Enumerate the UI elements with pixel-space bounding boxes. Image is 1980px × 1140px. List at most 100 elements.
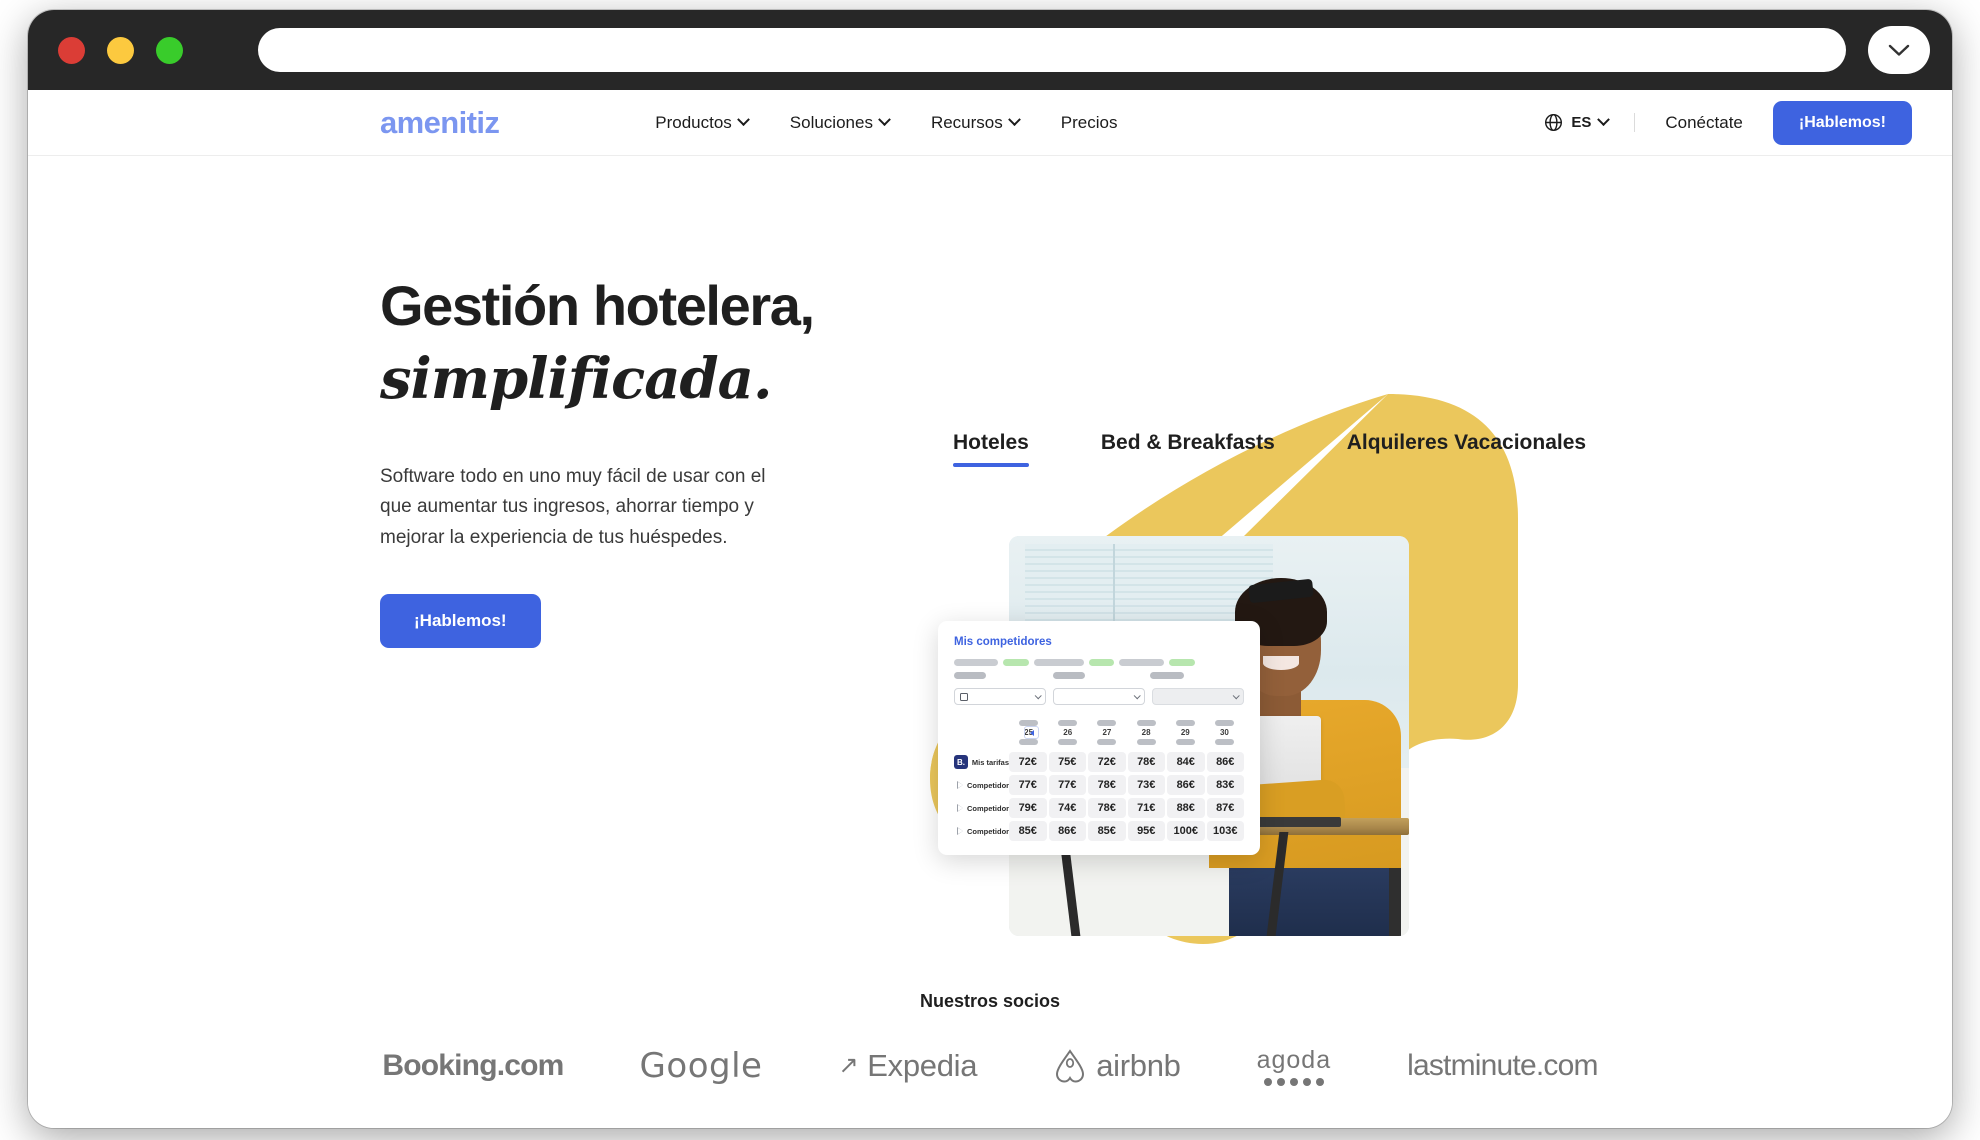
placeholder-bar xyxy=(1058,739,1078,745)
nav-item-soluciones[interactable]: Soluciones xyxy=(789,112,891,133)
chevron-down-icon xyxy=(1888,44,1910,56)
price-cell: 73€ xyxy=(1127,775,1165,795)
photo-person-jeans xyxy=(1229,856,1389,936)
price-cell: 78€ xyxy=(1127,752,1165,772)
date-label: 29 xyxy=(1180,728,1190,737)
amenitiz-logo[interactable]: amenitiz xyxy=(380,105,500,141)
partners-logo-row: Booking.com Google ↗ Expedia airbnb agod… xyxy=(28,1046,1952,1086)
widget-title: Mis competidores xyxy=(954,636,1052,648)
nav-label: Precios xyxy=(1060,112,1118,132)
expand-triangle-icon[interactable] xyxy=(957,781,963,789)
nav-item-productos[interactable]: Productos xyxy=(655,112,750,133)
placeholder-bar xyxy=(1175,739,1195,745)
price-cell: 77€ xyxy=(1009,775,1047,795)
tab-alquileres-vacacionales[interactable]: Alquileres Vacacionales xyxy=(1347,431,1586,467)
nav-label: Soluciones xyxy=(789,112,873,132)
placeholder-bar xyxy=(1019,739,1039,745)
partner-label: airbnb xyxy=(1096,1048,1181,1083)
date-label: 27 xyxy=(1102,728,1112,737)
chevron-down-icon xyxy=(736,113,750,127)
maximize-window-button[interactable] xyxy=(156,36,183,64)
calendar-icon xyxy=(960,692,968,701)
chevron-down-icon xyxy=(1232,692,1240,700)
placeholder-bar xyxy=(1058,720,1078,726)
date-label: 30 xyxy=(1219,728,1229,737)
price-cell: 100€ xyxy=(1167,821,1205,841)
placeholder-bar xyxy=(1175,720,1195,726)
address-bar-input[interactable] xyxy=(258,28,1846,72)
site-header: amenitiz Productos Soluciones Recursos P… xyxy=(28,90,1952,156)
chevron-left-icon xyxy=(1029,729,1034,736)
room-type-select[interactable] xyxy=(1053,688,1145,705)
nav-label: Productos xyxy=(655,112,732,132)
placeholder-bar xyxy=(1150,672,1184,679)
price-cell: 88€ xyxy=(1167,798,1205,818)
date-label: 28 xyxy=(1141,728,1151,737)
competitor-rates-widget: Mis competidores 25 26 27 28 29 30 B. Mi… xyxy=(938,621,1260,855)
hero-tabs: Hoteles Bed & Breakfasts Alquileres Vaca… xyxy=(953,431,1586,467)
partner-logo-airbnb: airbnb xyxy=(1053,1048,1181,1084)
hero-visual-block: Hoteles Bed & Breakfasts Alquileres Vaca… xyxy=(928,156,1628,944)
partner-label: lastminute.com xyxy=(1407,1049,1598,1082)
photo-person-smile xyxy=(1263,656,1299,670)
row-label: Competidor 2 xyxy=(954,804,1015,813)
price-cell: 86€ xyxy=(1167,775,1205,795)
placeholder-bar xyxy=(1097,739,1117,745)
nav-label: Recursos xyxy=(930,112,1003,132)
price-cell: 79€ xyxy=(1009,798,1047,818)
header-cta-button[interactable]: ¡Hablemos! xyxy=(1772,100,1912,145)
partner-logo-agoda: agoda xyxy=(1257,1046,1332,1086)
hero-cta-button[interactable]: ¡Hablemos! xyxy=(380,593,541,648)
price-cell: 95€ xyxy=(1127,821,1165,841)
widget-placeholder-row-1 xyxy=(954,659,1244,666)
date-label: 26 xyxy=(1063,728,1073,737)
nav-item-precios[interactable]: Precios xyxy=(1061,113,1118,133)
expand-triangle-icon[interactable] xyxy=(957,804,963,812)
row-name: Mis tarifas xyxy=(971,757,1009,767)
browser-window: amenitiz Productos Soluciones Recursos P… xyxy=(28,10,1952,1128)
placeholder-bar xyxy=(1214,720,1234,726)
tab-hoteles[interactable]: Hoteles xyxy=(953,431,1029,467)
close-window-button[interactable] xyxy=(58,36,85,64)
placeholder-bar xyxy=(1136,739,1156,745)
agoda-dots-icon xyxy=(1263,1078,1324,1086)
row-cells: 85€ 86€ 85€ 95€ 100€ 103€ xyxy=(1009,821,1244,841)
toolbar-chevron-down-button[interactable] xyxy=(1868,26,1930,74)
hero-text-block: Gestión hotelera, simplificada. Software… xyxy=(380,275,900,648)
date-header-row: 25 26 27 28 29 30 xyxy=(954,720,1244,745)
price-cell: 86€ xyxy=(1048,821,1086,841)
header-actions: ES Conéctate ¡Hablemos! xyxy=(1544,100,1912,145)
previous-dates-button[interactable] xyxy=(1024,726,1039,739)
minimize-window-button[interactable] xyxy=(107,36,134,64)
price-cell: 87€ xyxy=(1206,798,1244,818)
table-row: Competidor 3 85€ 86€ 85€ 95€ 100€ 103€ xyxy=(954,821,1244,841)
date-column: 29 xyxy=(1166,720,1205,745)
partner-logo-google: Google xyxy=(640,1046,763,1086)
airbnb-icon xyxy=(1056,1049,1085,1083)
hero-title-line2: simplificada. xyxy=(380,346,772,413)
channel-select[interactable] xyxy=(1152,688,1244,705)
page-body: Gestión hotelera, simplificada. Software… xyxy=(28,156,1952,1128)
chevron-down-icon xyxy=(1597,113,1611,127)
price-cell: 74€ xyxy=(1048,798,1086,818)
row-label: Competidor 3 xyxy=(954,827,1015,836)
expand-triangle-icon[interactable] xyxy=(957,827,963,835)
login-link[interactable]: Conéctate xyxy=(1635,113,1773,133)
chevron-down-icon xyxy=(1133,692,1141,700)
row-cells: 79€ 74€ 78€ 71€ 88€ 87€ xyxy=(1009,798,1244,818)
partner-logo-booking: Booking.com xyxy=(382,1049,564,1083)
placeholder-bar xyxy=(1053,672,1085,679)
nav-item-recursos[interactable]: Recursos xyxy=(930,112,1021,133)
price-cell: 77€ xyxy=(1048,775,1086,795)
price-cell: 71€ xyxy=(1127,798,1165,818)
placeholder-bar xyxy=(1097,720,1117,726)
table-row: B. Mis tarifas 72€ 75€ 72€ 78€ 84€ 86€ xyxy=(954,752,1244,772)
placeholder-bar-green xyxy=(1169,659,1195,666)
date-range-select[interactable] xyxy=(954,688,1046,705)
tab-bed-and-breakfasts[interactable]: Bed & Breakfasts xyxy=(1101,431,1275,467)
date-column: 30 xyxy=(1205,720,1244,745)
language-switcher[interactable]: ES xyxy=(1544,113,1636,132)
price-cell: 75€ xyxy=(1048,752,1086,772)
main-navigation: Productos Soluciones Recursos Precios xyxy=(655,113,1117,133)
partner-logo-expedia: ↗ Expedia xyxy=(838,1048,977,1084)
